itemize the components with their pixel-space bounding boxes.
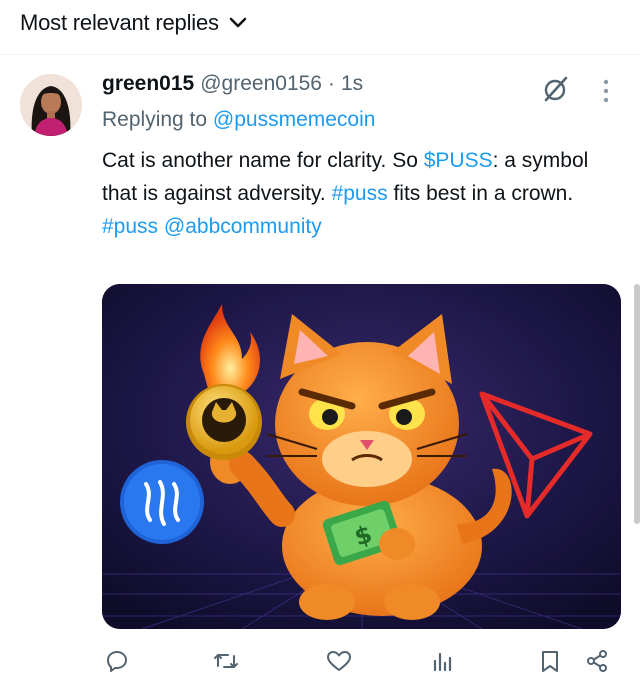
- timestamp[interactable]: 1s: [341, 72, 363, 96]
- text-part: fits best in a crown.: [387, 182, 574, 205]
- avatar[interactable]: [20, 74, 82, 136]
- cashtag-link[interactable]: $PUSS: [424, 149, 493, 172]
- hashtag-link[interactable]: #puss: [102, 215, 158, 238]
- reply-content: green015 @green0156 · 1s Replying to @pu…: [102, 72, 602, 243]
- cat-with-coin-image[interactable]: $: [102, 284, 621, 629]
- reply-meta: green015 @green0156 · 1s: [102, 72, 602, 104]
- views-icon[interactable]: [427, 646, 457, 676]
- replying-to-link[interactable]: @pussmemecoin: [213, 108, 376, 131]
- more-options-icon[interactable]: [594, 76, 618, 106]
- display-name[interactable]: green015: [102, 72, 194, 96]
- mention-link[interactable]: @abbcommunity: [164, 215, 322, 238]
- tweet-text: Cat is another name for clarity. So $PUS…: [102, 144, 592, 210]
- user-handle[interactable]: @green0156: [200, 72, 322, 96]
- replying-prefix: Replying to: [102, 108, 208, 131]
- sort-label: Most relevant replies: [20, 10, 219, 35]
- action-bar: [102, 646, 612, 676]
- like-icon[interactable]: [324, 646, 354, 676]
- replying-to: Replying to @pussmemecoin: [102, 108, 602, 138]
- separator-dot: ·: [327, 72, 335, 95]
- share-icon[interactable]: [582, 646, 612, 676]
- divider: [0, 54, 640, 55]
- sort-replies-dropdown[interactable]: Most relevant replies: [20, 8, 247, 38]
- hashtag-link[interactable]: #puss: [332, 182, 388, 205]
- tweet-tags: #puss @abbcommunity: [102, 210, 602, 243]
- bookmark-icon[interactable]: [535, 646, 565, 676]
- scrollbar[interactable]: [634, 284, 640, 524]
- reply-icon[interactable]: [102, 646, 132, 676]
- chevron-down-icon: [229, 17, 247, 29]
- text-part: Cat is another name for clarity. So: [102, 149, 424, 172]
- grok-icon[interactable]: [539, 72, 573, 106]
- retweet-icon[interactable]: [211, 646, 241, 676]
